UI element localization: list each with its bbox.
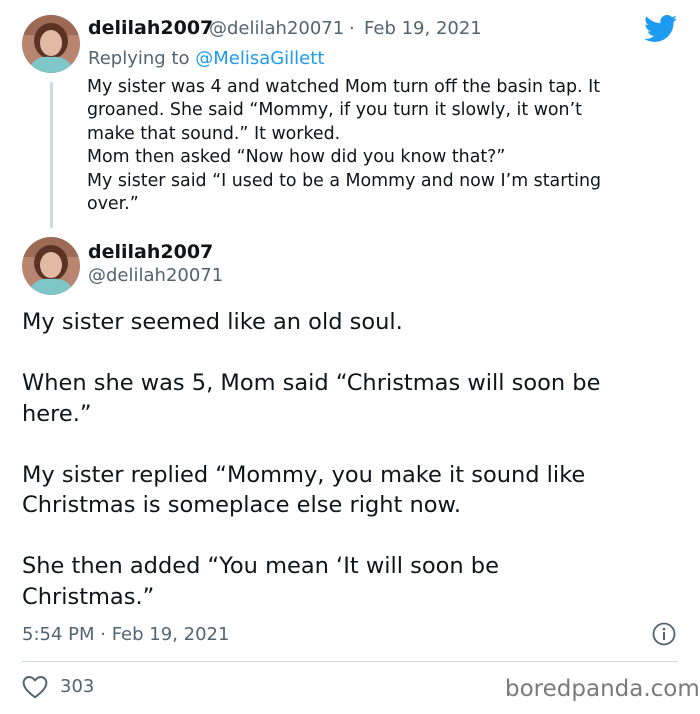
tweet-paragraph: She then added “You mean ‘It will soon b… <box>22 551 682 612</box>
replying-prefix: Replying to <box>88 48 190 69</box>
replying-to-label: Replying to @MelisaGillett <box>88 48 324 69</box>
reply-handle[interactable]: @delilah20071 <box>209 18 344 39</box>
thread-line <box>50 82 53 228</box>
twitter-bird-icon <box>644 15 678 43</box>
reply-date[interactable]: Feb 19, 2021 <box>364 18 482 39</box>
tweet-line: She then added “You mean ‘It will soon b… <box>22 553 499 579</box>
main-handle[interactable]: @delilah20071 <box>88 265 223 286</box>
reply-line: Mom then asked “Now how did you know tha… <box>87 147 506 168</box>
tweet-line: My sister seemed like an old soul. <box>22 309 403 335</box>
reply-display-name[interactable]: delilah2007 <box>88 17 213 39</box>
tweet-line: Christmas.” <box>22 583 155 610</box>
tweet-line: here.” <box>22 400 92 427</box>
reply-line: make that sound.” It worked. <box>87 123 341 144</box>
reply-avatar[interactable] <box>22 15 80 73</box>
tweet-line: Christmas is someplace else right now. <box>22 492 462 518</box>
reply-line: over.” <box>87 194 139 215</box>
tweet-paragraph: My sister seemed like an old soul. <box>22 307 682 338</box>
tweet-line: When she was 5, Mom said “Christmas will… <box>22 370 601 396</box>
divider <box>22 661 678 662</box>
tweet-line: My sister replied “Mommy, you make it so… <box>22 461 586 488</box>
tweet-timestamp[interactable]: 5:54 PM · Feb 19, 2021 <box>22 624 229 645</box>
like-count: 303 <box>60 676 95 697</box>
reply-tweet-text: My sister was 4 and watched Mom turn off… <box>87 76 677 216</box>
reply-line: My sister said “I used to be a Mommy and… <box>87 170 602 191</box>
reply-line: My sister was 4 and watched Mom turn off… <box>87 77 601 97</box>
tweet-paragraph: My sister replied “Mommy, you make it so… <box>22 460 682 521</box>
main-avatar[interactable] <box>22 237 80 295</box>
info-icon[interactable] <box>652 622 676 646</box>
reply-separator: · <box>349 18 355 39</box>
heart-icon[interactable] <box>22 675 48 699</box>
tweet-paragraph: When she was 5, Mom said “Christmas will… <box>22 368 682 429</box>
watermark: boredpanda.com <box>505 676 700 702</box>
replying-to-link[interactable]: @MelisaGillett <box>195 48 324 69</box>
reply-line: groaned. She said “Mommy, if you turn it… <box>87 100 582 121</box>
main-tweet-text: My sister seemed like an old soul. When … <box>22 307 682 643</box>
main-display-name[interactable]: delilah2007 <box>88 241 213 263</box>
